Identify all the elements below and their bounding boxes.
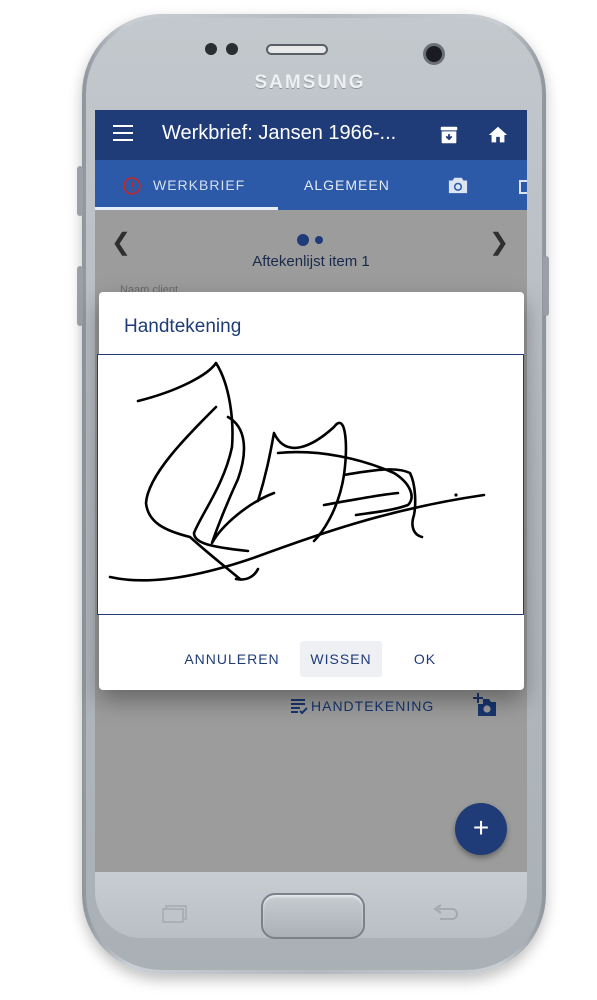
cancel-button[interactable]: ANNULEREN (175, 641, 289, 677)
back-key-icon[interactable] (430, 903, 460, 925)
tab-label: WERKBRIEF (153, 177, 246, 193)
home-icon[interactable] (487, 124, 509, 146)
recents-key-icon[interactable] (161, 905, 189, 923)
front-camera (423, 43, 445, 65)
signature-drawing (108, 361, 486, 582)
signature-canvas[interactable] (97, 354, 524, 615)
dialog-actions: ANNULEREN WISSEN OK (99, 641, 524, 681)
home-hardware-button[interactable] (261, 893, 365, 939)
signature-dialog: Handtekening ANNULEREN WISSEN OK (97, 292, 524, 690)
archive-icon[interactable] (438, 124, 460, 146)
tab-overflow[interactable] (519, 180, 527, 194)
page-dot (315, 236, 323, 244)
clear-button[interactable]: WISSEN (300, 641, 382, 677)
dialog-title: Handtekening (124, 316, 242, 337)
signature-list-icon (291, 699, 308, 715)
add-photo-icon[interactable] (473, 693, 499, 717)
earpiece-speaker (266, 44, 328, 55)
power-button (543, 256, 549, 316)
active-tab-indicator (95, 207, 278, 210)
bixby-button (77, 266, 83, 326)
tab-werkbrief[interactable]: WERKBRIEF (153, 160, 245, 210)
menu-icon[interactable] (113, 125, 133, 143)
fab-label: + (472, 812, 490, 843)
alert-circle-icon (123, 177, 141, 195)
sensor-dot (205, 43, 217, 55)
volume-button (77, 166, 83, 216)
tab-label: ALGEMEEN (304, 177, 390, 193)
page-dot-active (297, 234, 309, 246)
app-bar: Werkbrief: Jansen 1966-... (95, 110, 527, 160)
brand-logo: SAMSUNG (254, 72, 366, 93)
tab-algemeen[interactable]: ALGEMEEN (304, 160, 390, 210)
signature-label: HANDTEKENING (311, 698, 435, 714)
page-title: Werkbrief: Jansen 1966-... (162, 122, 397, 144)
camera-icon[interactable] (447, 175, 469, 195)
ok-button[interactable]: OK (403, 641, 447, 677)
sensor-dot (226, 43, 238, 55)
pager-title: Aftekenlijst item 1 (252, 253, 370, 270)
add-fab-button[interactable]: + (455, 803, 507, 855)
